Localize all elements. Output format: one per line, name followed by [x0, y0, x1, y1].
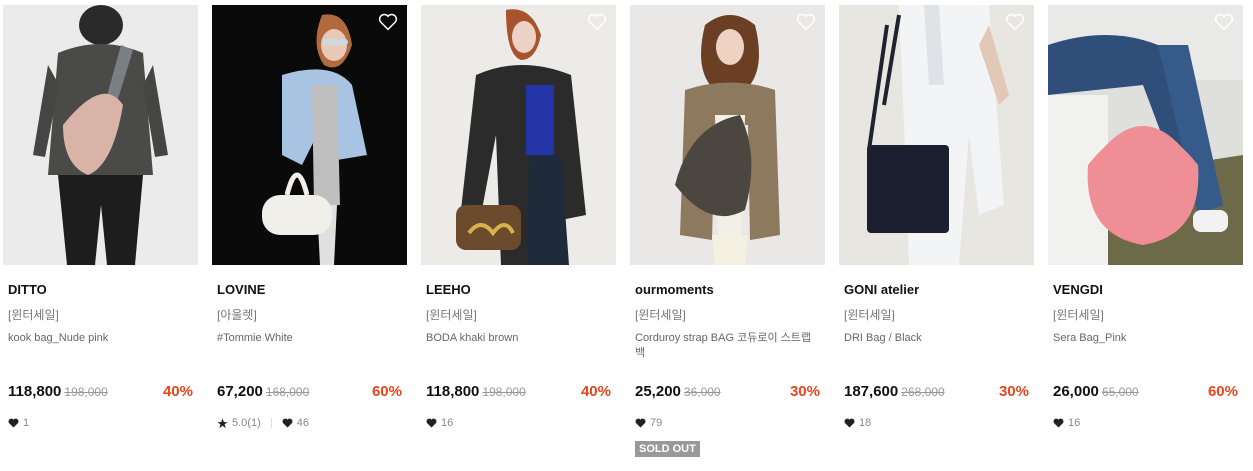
price: 26,000 65,000 — [1053, 383, 1139, 400]
heart-icon — [282, 418, 293, 428]
discount-rate: 60% — [1207, 383, 1238, 400]
sale-tag: [윈터세일] — [426, 308, 477, 322]
product-card[interactable]: LEEHO [윈터세일] BODA khaki brown 118,800 198… — [421, 5, 616, 465]
sale-price: 118,800 — [426, 383, 480, 400]
sale-price: 26,000 — [1053, 383, 1099, 400]
sale-price: 187,600 — [844, 383, 899, 400]
product-image[interactable] — [630, 5, 825, 265]
heart-icon — [426, 418, 437, 428]
heart-icon — [635, 418, 646, 428]
product-image[interactable] — [3, 5, 198, 265]
product-grid: DITTO [윈터세일] kook bag_Nude pink 118,800 1… — [0, 0, 1253, 471]
discount-rate: 60% — [371, 383, 402, 400]
product-image[interactable] — [212, 5, 407, 265]
original-price: 198,000 — [64, 385, 108, 399]
product-card[interactable]: LOVINE [아울렛] #Tommie White 67,200 168,000… — [212, 5, 407, 465]
original-price: 36,000 — [683, 385, 721, 399]
original-price: 268,000 — [901, 385, 945, 399]
sale-tag: [윈터세일] — [8, 308, 59, 322]
like-count: 16 — [441, 417, 454, 429]
divider — [270, 418, 272, 428]
heart-icon — [844, 418, 855, 428]
product-image[interactable] — [839, 5, 1034, 265]
product-card[interactable]: ourmoments [윈터세일] Corduroy strap BAG 코듀로… — [630, 5, 825, 465]
product-stats: 5.0(1) 46 — [217, 417, 309, 429]
like-count: 1 — [23, 417, 30, 429]
product-name[interactable]: Corduroy strap BAG 코듀로이 스트랩백 — [635, 331, 820, 361]
heart-outline-icon[interactable] — [796, 13, 816, 31]
product-name[interactable]: #Tommie White — [217, 331, 402, 346]
product-stats: 79 — [635, 417, 662, 429]
product-stats: 18 — [844, 417, 871, 429]
original-price: 198,000 — [482, 385, 526, 399]
heart-outline-icon[interactable] — [1005, 13, 1025, 31]
brand-name[interactable]: ourmoments — [635, 282, 714, 297]
price: 118,800 198,000 — [426, 383, 526, 400]
original-price: 168,000 — [265, 385, 310, 399]
rating: 5.0(1) — [232, 417, 261, 429]
heart-outline-icon[interactable] — [587, 13, 607, 31]
heart-outline-icon[interactable] — [1214, 13, 1234, 31]
sold-out-badge: SOLD OUT — [635, 441, 700, 457]
like-count: 18 — [859, 417, 872, 429]
brand-name[interactable]: LOVINE — [217, 282, 265, 297]
price: 25,200 36,000 — [635, 383, 721, 400]
discount-rate: 30% — [998, 383, 1029, 400]
product-image[interactable] — [421, 5, 616, 265]
product-card[interactable]: DITTO [윈터세일] kook bag_Nude pink 118,800 1… — [3, 5, 198, 465]
heart-icon — [8, 418, 19, 428]
product-image[interactable] — [1048, 5, 1243, 265]
like-count: 16 — [1068, 417, 1081, 429]
product-stats: 16 — [426, 417, 453, 429]
product-name[interactable]: Sera Bag_Pink — [1053, 331, 1238, 346]
like-count: 79 — [650, 417, 663, 429]
discount-rate: 40% — [580, 383, 611, 400]
discount-rate: 40% — [162, 383, 193, 400]
original-price: 65,000 — [1101, 385, 1139, 399]
brand-name[interactable]: VENGDI — [1053, 282, 1103, 297]
sale-price: 25,200 — [635, 383, 681, 400]
price: 118,800 198,000 — [8, 383, 108, 400]
heart-icon — [1053, 418, 1064, 428]
brand-name[interactable]: GONI atelier — [844, 282, 919, 297]
sale-tag: [윈터세일] — [844, 308, 895, 322]
sale-tag: [윈터세일] — [635, 308, 686, 322]
sale-tag: [아울렛] — [217, 308, 257, 322]
sale-tag: [윈터세일] — [1053, 308, 1104, 322]
price: 187,600 268,000 — [844, 383, 945, 400]
brand-name[interactable]: LEEHO — [426, 282, 471, 297]
star-icon — [217, 417, 228, 428]
product-name[interactable]: BODA khaki brown — [426, 331, 611, 346]
product-name[interactable]: DRI Bag / Black — [844, 331, 1029, 346]
product-card[interactable]: VENGDI [윈터세일] Sera Bag_Pink 26,000 65,000… — [1048, 5, 1243, 465]
sale-price: 67,200 — [217, 383, 263, 400]
brand-name[interactable]: DITTO — [8, 282, 47, 297]
product-stats: 16 — [1053, 417, 1080, 429]
like-count: 46 — [296, 417, 309, 429]
product-name[interactable]: kook bag_Nude pink — [8, 331, 193, 346]
discount-rate: 30% — [789, 383, 820, 400]
sale-price: 118,800 — [8, 383, 62, 400]
product-card[interactable]: GONI atelier [윈터세일] DRI Bag / Black 187,… — [839, 5, 1034, 465]
product-stats: 1 — [8, 417, 29, 429]
heart-outline-icon[interactable] — [378, 13, 398, 31]
price: 67,200 168,000 — [217, 383, 309, 400]
